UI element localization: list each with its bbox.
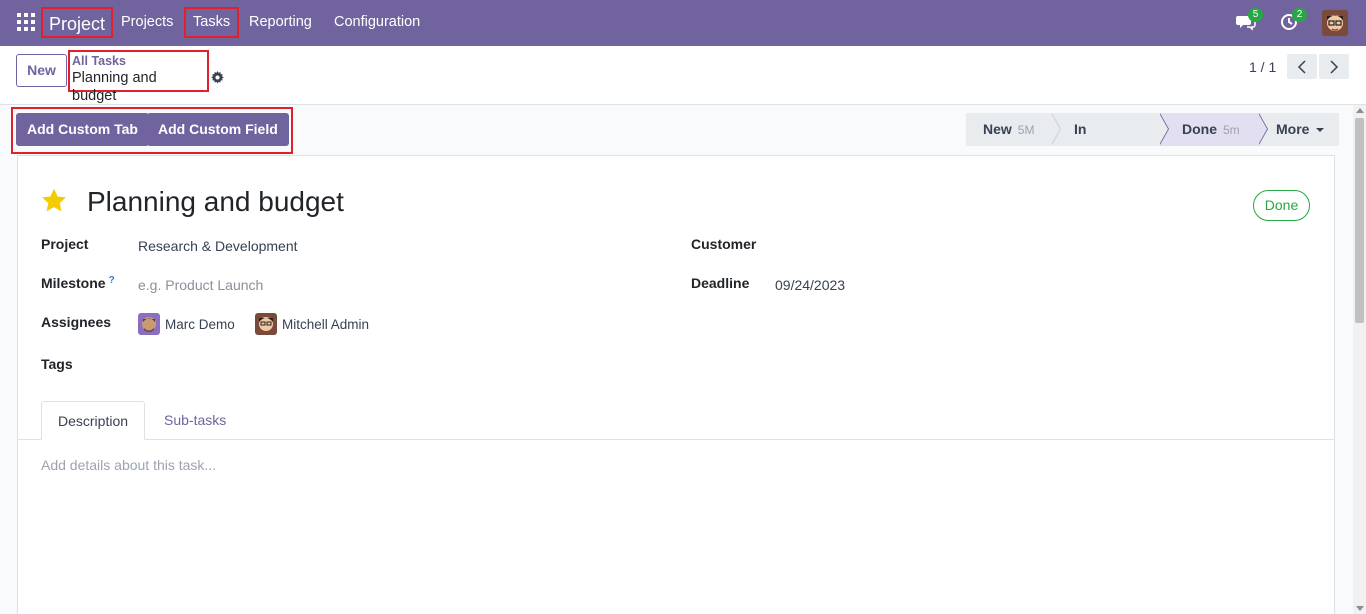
user-avatar[interactable] [1322,10,1348,36]
notebook-tabs: Description Sub-tasks [17,401,1335,440]
help-icon[interactable]: ? [109,275,115,286]
activities-button[interactable]: 2 [1280,8,1307,34]
chevron-right-icon [1330,59,1339,74]
apps-menu-icon[interactable] [17,13,35,31]
scroll-down-arrow[interactable] [1356,606,1364,611]
milestone-field[interactable]: e.g. Product Launch [138,277,263,293]
pager-next-button[interactable] [1319,54,1349,79]
nav-reporting[interactable]: Reporting [249,12,312,32]
breadcrumb-current: Planning and budget [72,70,157,104]
assignee-name: Marc Demo [165,316,235,332]
add-custom-field-button[interactable]: Add Custom Field [147,113,289,146]
stage-label: More [1276,121,1310,137]
assignee-tag[interactable]: Marc Demo [138,313,235,335]
add-custom-tab-button[interactable]: Add Custom Tab [16,113,149,146]
chevron-left-icon [1297,59,1306,74]
stage-duration: 5M [1017,123,1035,137]
stage-label: New [983,121,1012,137]
stage-in-progress[interactable]: In Progress [1052,112,1169,170]
caret-down-icon [1316,128,1325,133]
status-badge: Done [1253,190,1310,221]
avatar [255,313,277,335]
assignee-tag[interactable]: Mitchell Admin [255,313,369,335]
breadcrumb: All Tasks Planning and budget [68,50,209,104]
tags-label: Tags [41,356,73,372]
stage-new[interactable]: New 5M [966,112,1061,146]
tab-sub-tasks[interactable]: Sub-tasks [148,401,242,440]
pager-value[interactable]: 1 / 1 [1249,59,1276,75]
stage-statusbar: New 5M In Progress Done 5m More [966,112,1339,170]
avatar [138,313,160,335]
milestone-label-text: Milestone [41,275,106,291]
nav-tasks[interactable]: Tasks [184,7,240,38]
app-brand[interactable]: Project [41,7,114,38]
scrollbar[interactable] [1353,105,1366,614]
stage-done[interactable]: Done 5m [1160,112,1268,146]
star-icon[interactable] [40,187,68,215]
milestone-label: Milestone? [41,275,115,291]
task-title[interactable]: Planning and budget [87,184,344,220]
description-editor[interactable]: Add details about this task... [41,457,216,473]
stage-label: Done [1182,121,1217,137]
stage-more-dropdown[interactable]: More [1259,113,1339,146]
assignee-name: Mitchell Admin [282,316,370,332]
new-button[interactable]: New [16,54,67,87]
assignees-label: Assignees [41,314,112,330]
messages-button[interactable]: 5 [1236,8,1263,34]
nav-projects[interactable]: Projects [121,12,173,32]
deadline-label: Deadline [691,275,750,291]
nav-configuration[interactable]: Configuration [334,12,420,32]
project-label: Project [41,236,89,252]
scroll-up-arrow[interactable] [1356,108,1364,113]
tab-description[interactable]: Description [41,401,146,440]
control-panel: New All Tasks Planning and budget 1 / 1 [0,46,1366,105]
stage-duration: 5m [1223,123,1240,137]
gear-icon[interactable] [211,71,224,84]
project-field[interactable]: Research & Development [138,238,298,254]
breadcrumb-all-tasks[interactable]: All Tasks [72,54,205,68]
top-navbar: Project Projects Tasks Reporting Configu… [0,0,1366,46]
messages-count-badge: 5 [1248,8,1263,22]
deadline-field[interactable]: 09/24/2023 [775,277,845,293]
pager-previous-button[interactable] [1287,54,1317,79]
activities-count-badge: 2 [1292,8,1307,22]
scrollbar-thumb[interactable] [1355,118,1364,323]
form-sheet [17,155,1335,614]
customer-label: Customer [691,236,757,252]
